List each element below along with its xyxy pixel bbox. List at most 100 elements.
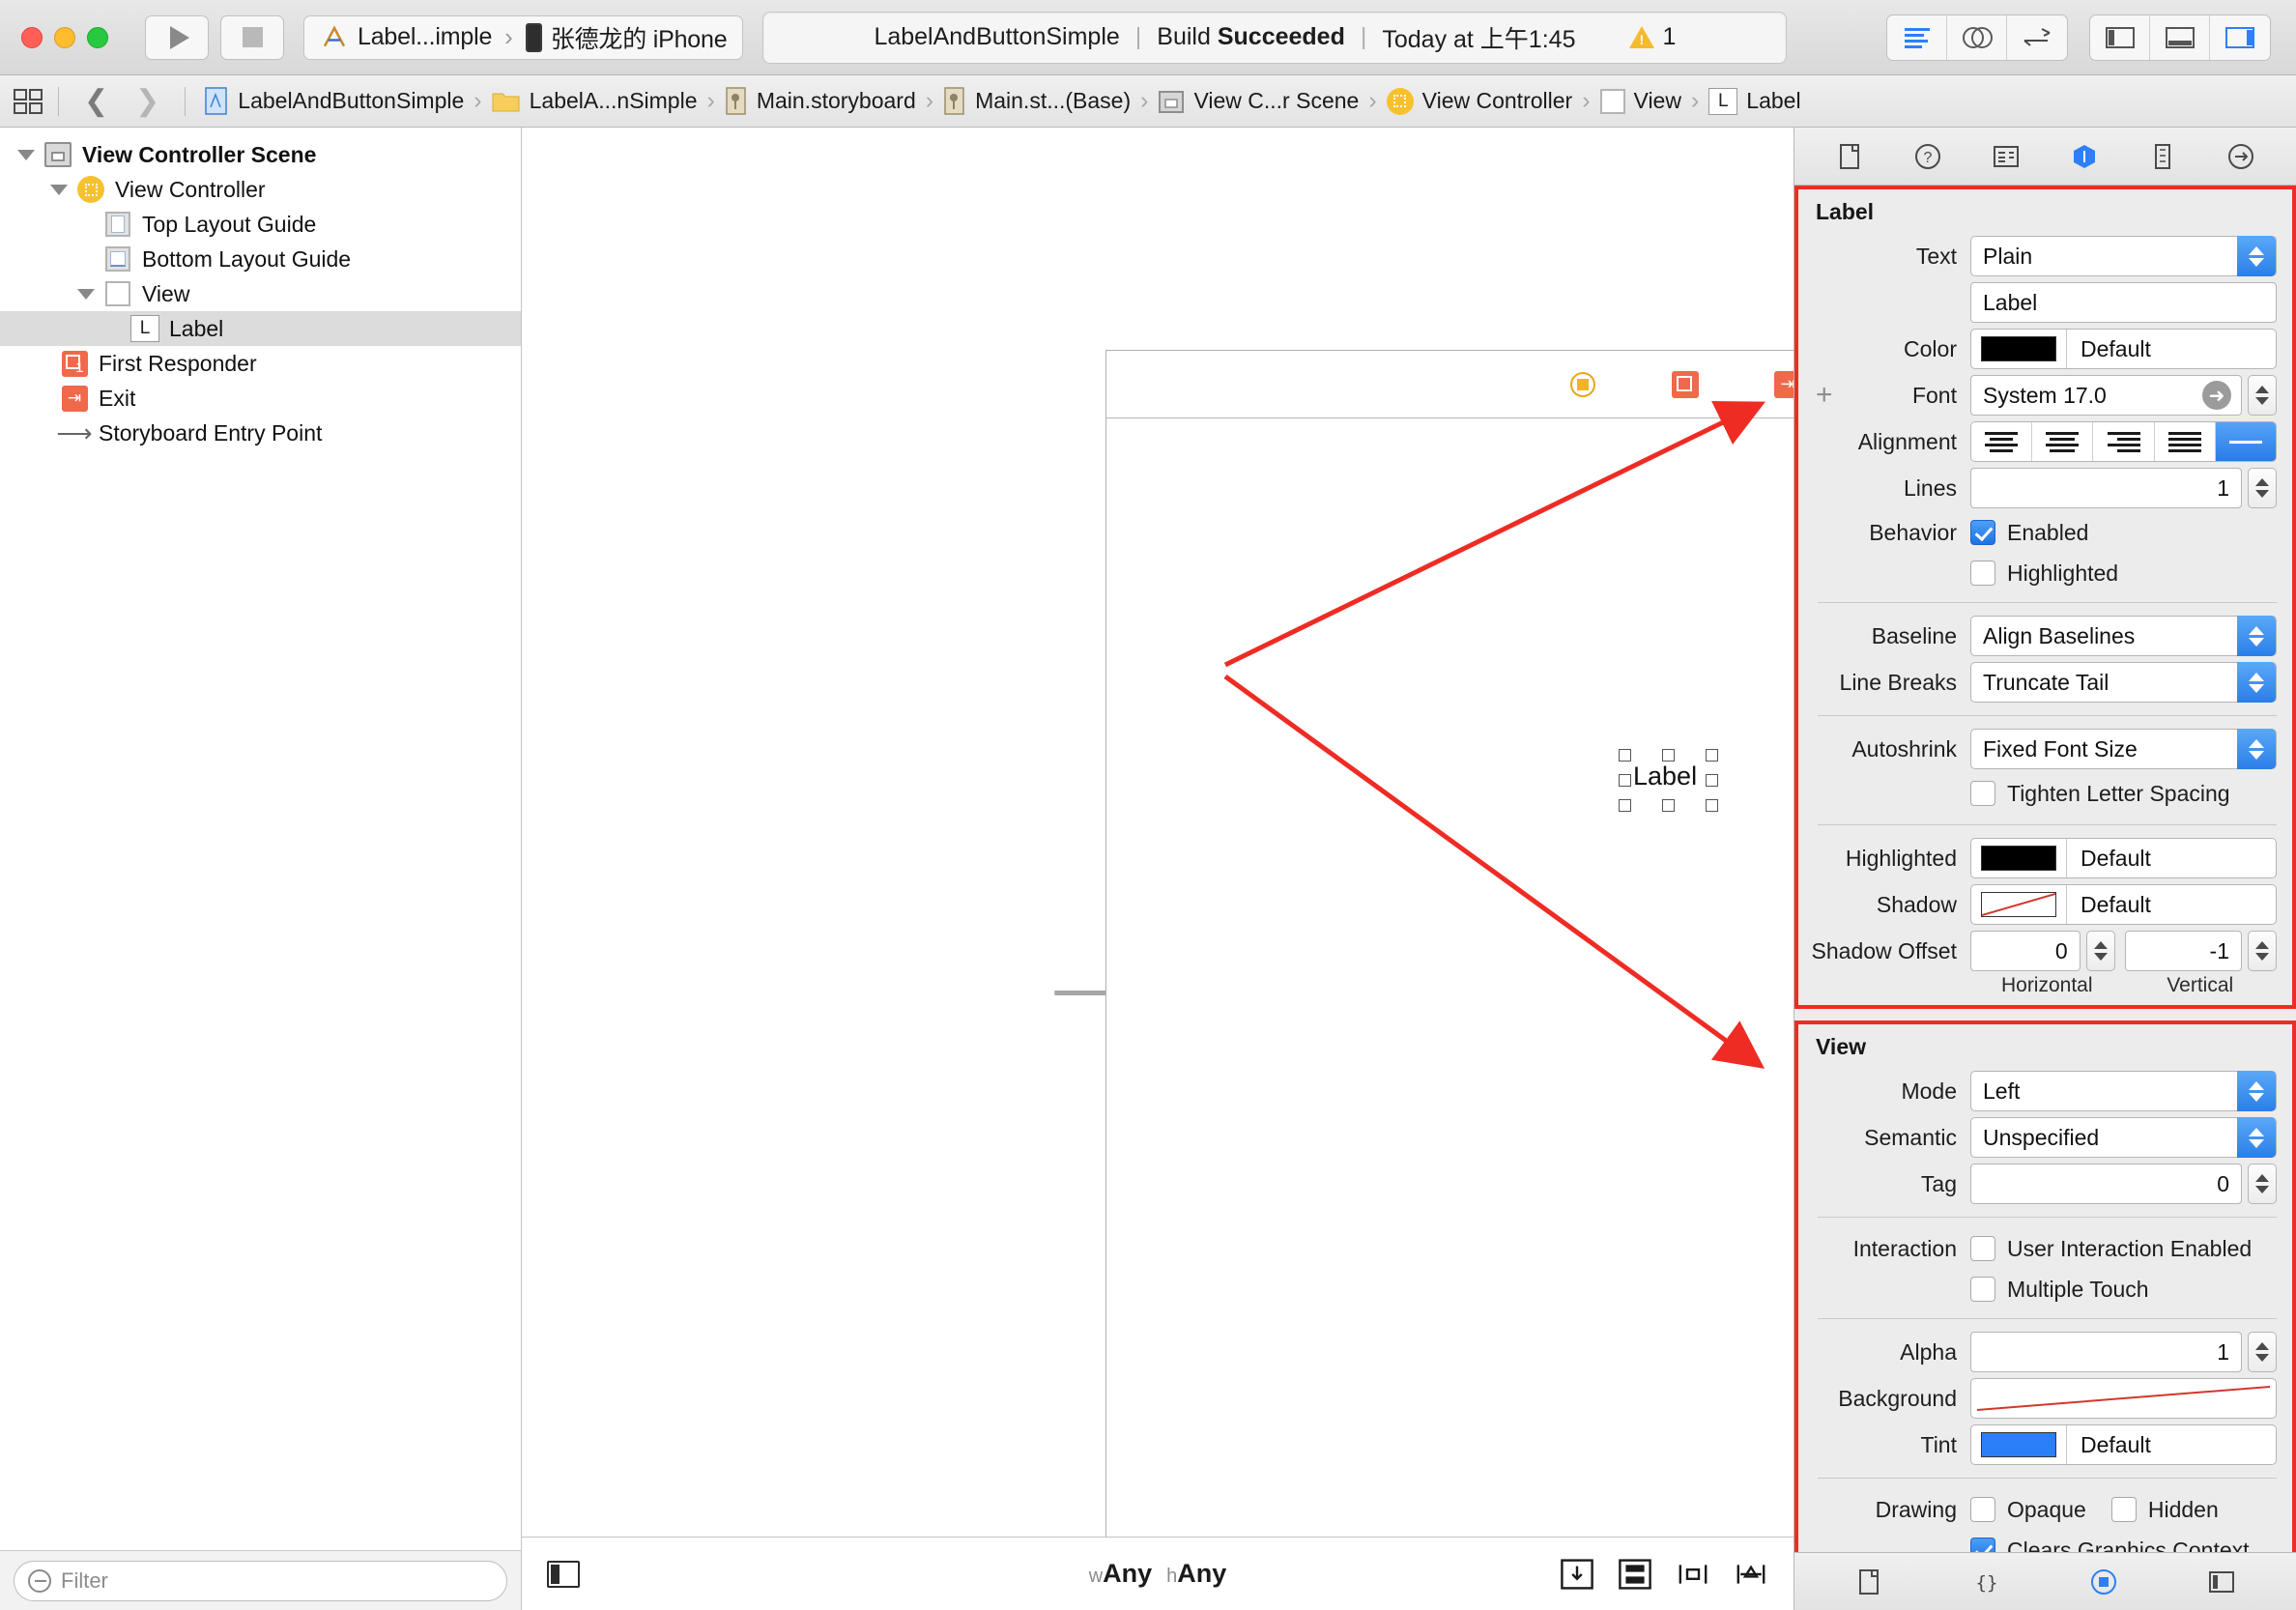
background-color-well[interactable] — [1970, 1378, 2277, 1419]
popup-arrows-icon[interactable] — [2237, 729, 2276, 769]
resize-handle[interactable] — [1662, 799, 1675, 812]
tighten-letter-spacing-row[interactable]: Tighten Letter Spacing — [1970, 781, 2230, 807]
outline-row-label[interactable]: L Label — [0, 311, 521, 346]
tint-color-well[interactable]: Default — [1970, 1424, 2277, 1465]
shadow-color-well[interactable]: Default — [1970, 884, 2277, 925]
shadow-offset-v-stepper[interactable] — [2248, 931, 2277, 971]
breadcrumb-item-label[interactable]: L Label — [1702, 87, 1807, 115]
code-snippet-library-icon[interactable]: {} — [1969, 1566, 2004, 1598]
checkbox-icon[interactable] — [1970, 1277, 1995, 1302]
semantic-popup[interactable]: Unspecified — [1970, 1117, 2277, 1158]
disclosure-triangle-icon[interactable] — [50, 184, 68, 195]
checkbox-icon[interactable] — [1970, 781, 1995, 806]
outline-row-exit[interactable]: ⇥ Exit — [0, 381, 521, 416]
outline-row-view[interactable]: View — [0, 276, 521, 311]
checkbox-icon[interactable] — [1970, 1236, 1995, 1261]
lines-input[interactable]: 1 — [1970, 468, 2242, 508]
shadow-offset-h-stepper[interactable] — [2085, 931, 2115, 971]
attributes-inspector-icon[interactable] — [2067, 140, 2102, 173]
quick-help-icon[interactable]: ? — [1910, 140, 1945, 173]
checkbox-checked-icon[interactable] — [1970, 520, 1995, 545]
baseline-popup[interactable]: Align Baselines — [1970, 616, 2277, 656]
checkbox-icon[interactable] — [1970, 561, 1995, 586]
disclosure-triangle-icon[interactable] — [17, 149, 35, 160]
breadcrumb-item-storyboard[interactable]: Main.storyboard — [718, 86, 923, 116]
lines-stepper[interactable] — [2248, 468, 2277, 508]
font-picker-arrow-icon[interactable]: ➜ — [2202, 381, 2231, 410]
related-items-icon[interactable] — [14, 87, 46, 116]
view-controller-scene[interactable]: ⇥ Label — [1105, 350, 1794, 1537]
resize-handle[interactable] — [1619, 799, 1631, 812]
resize-handle[interactable] — [1662, 749, 1675, 762]
resize-handle[interactable] — [1619, 774, 1631, 787]
connections-inspector-icon[interactable] — [2224, 140, 2258, 173]
file-inspector-icon[interactable] — [1832, 140, 1867, 173]
disclosure-triangle-icon[interactable] — [77, 288, 95, 300]
outline-row-bottom-layout-guide[interactable]: Bottom Layout Guide — [0, 242, 521, 276]
popup-arrows-icon[interactable] — [2237, 662, 2276, 703]
color-swatch[interactable] — [1981, 846, 2056, 871]
first-responder-dock-icon[interactable] — [1668, 367, 1703, 402]
breadcrumb-item-storyboard-base[interactable]: Main.st...(Base) — [936, 86, 1137, 116]
tag-stepper[interactable] — [2248, 1164, 2277, 1204]
behavior-enabled-row[interactable]: Enabled — [1970, 520, 2088, 546]
standard-editor-button[interactable] — [1887, 14, 1947, 60]
filter-input[interactable]: Filter — [14, 1560, 507, 1601]
text-type-popup[interactable]: Plain — [1970, 236, 2277, 276]
assistant-editor-button[interactable] — [1947, 14, 2007, 60]
breadcrumb-item-project[interactable]: LabelAndButtonSimple — [197, 86, 471, 116]
resize-handle[interactable] — [1706, 774, 1718, 787]
align-justify-button[interactable] — [2154, 422, 2216, 461]
popup-arrows-icon[interactable] — [2237, 1117, 2276, 1158]
outline-row-top-layout-guide[interactable]: Top Layout Guide — [0, 207, 521, 242]
pin-icon[interactable] — [1734, 1558, 1768, 1591]
canvas-label[interactable]: Label — [1633, 762, 1697, 791]
toggle-debug-area-button[interactable] — [2150, 14, 2210, 60]
color-swatch-clear[interactable] — [1981, 892, 2056, 917]
outline-row-first-responder[interactable]: First Responder — [0, 346, 521, 381]
forward-chevron-icon[interactable]: ❯ — [122, 84, 173, 118]
update-frames-icon[interactable] — [1560, 1558, 1594, 1591]
breadcrumb-item-scene[interactable]: View C...r Scene — [1151, 88, 1365, 114]
object-library-icon[interactable] — [2086, 1566, 2121, 1598]
shadow-offset-v-input[interactable]: -1 — [2124, 931, 2242, 971]
tag-input[interactable]: 0 — [1970, 1164, 2242, 1204]
close-button[interactable] — [21, 26, 43, 48]
outline-row-view-controller[interactable]: View Controller — [0, 172, 521, 207]
storyboard-canvas[interactable]: ⟶ ⇥ Label — [522, 128, 1794, 1537]
back-chevron-icon[interactable]: ❮ — [71, 84, 122, 118]
clears-graphics-row[interactable]: Clears Graphics Context — [1970, 1538, 2250, 1552]
mode-popup[interactable]: Left — [1970, 1071, 2277, 1111]
popup-arrows-icon[interactable] — [2237, 1071, 2276, 1111]
label-text-input[interactable]: Label — [1970, 282, 2277, 323]
outline-row-scene[interactable]: View Controller Scene — [0, 137, 521, 172]
identity-inspector-icon[interactable] — [1989, 140, 2023, 173]
exit-dock-icon[interactable]: ⇥ — [1770, 367, 1794, 402]
color-swatch[interactable] — [1981, 1432, 2056, 1457]
autoshrink-popup[interactable]: Fixed Font Size — [1970, 729, 2277, 769]
resize-handle[interactable] — [1619, 749, 1631, 762]
popup-arrows-icon[interactable] — [2237, 616, 2276, 656]
media-library-icon[interactable] — [2204, 1566, 2239, 1598]
embed-in-stack-icon[interactable] — [1618, 1558, 1652, 1591]
size-inspector-icon[interactable] — [2145, 140, 2180, 173]
highlighted-color-well[interactable]: Default — [1970, 838, 2277, 878]
multiple-touch-row[interactable]: Multiple Touch — [1970, 1277, 2149, 1303]
document-outline-icon[interactable] — [547, 1560, 580, 1588]
resize-handle[interactable] — [1706, 799, 1718, 812]
behavior-highlighted-row[interactable]: Highlighted — [1970, 561, 2118, 587]
zoom-button[interactable] — [87, 26, 108, 48]
file-template-library-icon[interactable] — [1851, 1566, 1886, 1598]
toggle-navigator-button[interactable] — [2090, 14, 2150, 60]
align-center-button[interactable] — [2032, 422, 2094, 461]
checkbox-icon[interactable] — [1970, 1497, 1995, 1522]
font-stepper[interactable] — [2248, 375, 2277, 416]
view-controller-dock-icon[interactable] — [1565, 367, 1600, 402]
version-editor-button[interactable] — [2007, 15, 2067, 60]
alpha-stepper[interactable] — [2248, 1332, 2277, 1372]
inspector-content[interactable]: Label Text Plain Label Color Default + F… — [1794, 186, 2296, 1552]
align-left-button[interactable] — [1971, 422, 2033, 461]
opaque-row[interactable]: Opaque — [1970, 1497, 2086, 1523]
hidden-row[interactable]: Hidden — [2110, 1497, 2219, 1523]
add-variation-icon[interactable]: + — [1816, 379, 1833, 412]
